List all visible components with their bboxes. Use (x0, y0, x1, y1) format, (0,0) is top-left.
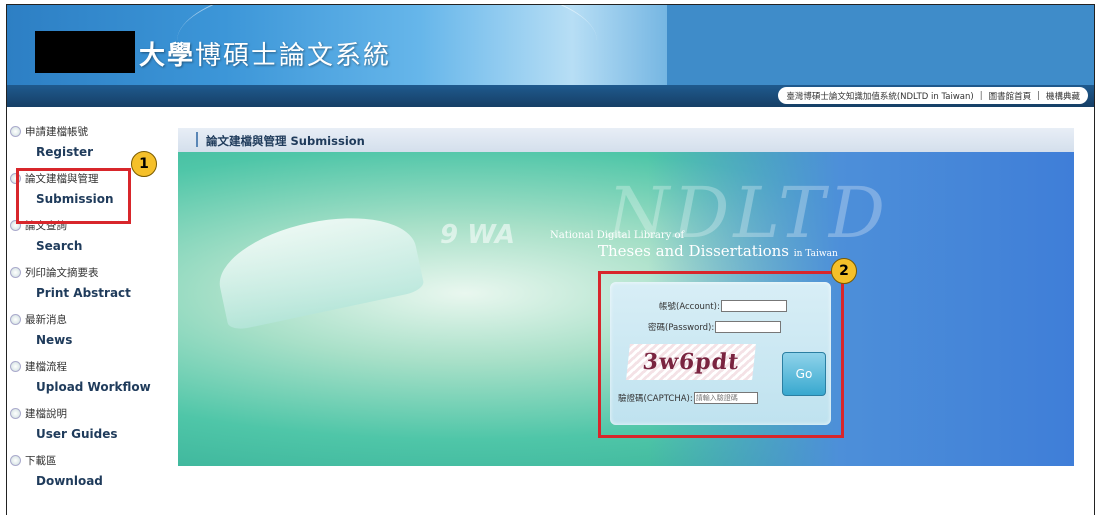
link-library-home[interactable]: 圖書館首頁 (989, 90, 1032, 102)
sidebar-item-print-abstract[interactable]: 列印論文摘要表 Print Abstract (10, 259, 170, 306)
account-input[interactable] (720, 300, 787, 312)
step-badge-1: 1 (131, 151, 157, 177)
top-links: 臺灣博碩士論文知識加值系統(NDLTD in Taiwan) | 圖書館首頁 |… (778, 87, 1088, 104)
header-banner: 大學博碩士論文系統 (7, 5, 1094, 85)
section-header: 論文建檔與管理 Submission (178, 128, 1074, 152)
link-ndltd[interactable]: 臺灣博碩士論文知識加值系統(NDLTD in Taiwan) (786, 90, 973, 102)
account-row: 帳號(Account): (659, 300, 787, 312)
sidebar-item-upload-workflow[interactable]: 建檔流程 Upload Workflow (10, 353, 170, 400)
bullet-icon (10, 455, 21, 466)
captcha-row: 驗證碼(CAPTCHA): (618, 392, 758, 404)
bullet-icon (10, 361, 21, 372)
sidebar-item-user-guides[interactable]: 建檔說明 User Guides (10, 400, 170, 447)
captcha-image: 3w6pdt (626, 344, 756, 380)
hero-subtitle: National Digital Library of (550, 230, 685, 241)
hero-title: Theses and Dissertations in Taiwan (598, 242, 838, 260)
floating-letters: 9 WA (440, 220, 516, 250)
captcha-input[interactable] (693, 392, 758, 404)
sidebar-item-news[interactable]: 最新消息 News (10, 306, 170, 353)
link-institutional-repository[interactable]: 機構典藏 (1046, 90, 1080, 102)
go-button[interactable]: Go (782, 352, 826, 396)
login-form: 帳號(Account): 密碼(Password): 3w6pdt Go 驗證碼… (610, 282, 831, 425)
highlight-box-submission (16, 168, 131, 224)
open-book-image (210, 202, 426, 332)
top-nav-bar: 臺灣博碩士論文知識加值系統(NDLTD in Taiwan) | 圖書館首頁 |… (7, 85, 1094, 107)
password-row: 密碼(Password): (648, 321, 782, 333)
redacted-university-name (35, 31, 135, 73)
bullet-icon (10, 126, 21, 137)
step-badge-2: 2 (831, 258, 857, 284)
bullet-icon (10, 408, 21, 419)
site-title: 大學博碩士論文系統 (139, 41, 392, 71)
section-title: 論文建檔與管理 Submission (206, 134, 365, 148)
password-input[interactable] (715, 321, 782, 333)
bullet-icon (10, 267, 21, 278)
bullet-icon (10, 314, 21, 325)
sidebar-item-download[interactable]: 下載區 Download (10, 447, 170, 494)
